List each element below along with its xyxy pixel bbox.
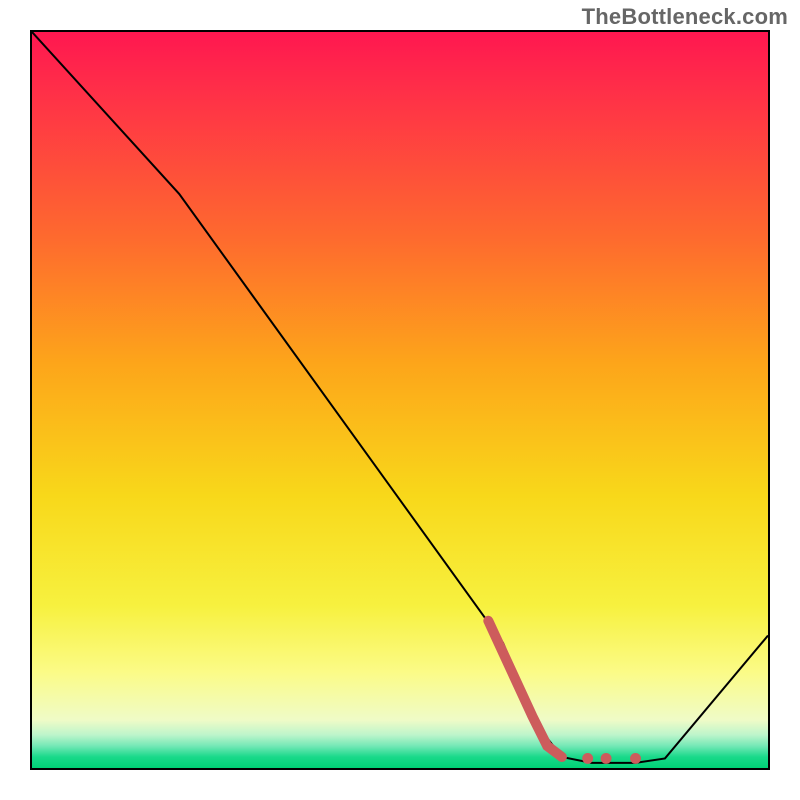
chart-area — [30, 30, 770, 770]
chart-svg — [32, 32, 768, 768]
highlight-dot — [630, 753, 641, 764]
highlight-dot — [582, 753, 593, 764]
watermark-text: TheBottleneck.com — [582, 4, 788, 30]
highlight-segment — [488, 621, 562, 757]
highlight-dot — [601, 753, 612, 764]
bottleneck-curve — [32, 32, 768, 763]
